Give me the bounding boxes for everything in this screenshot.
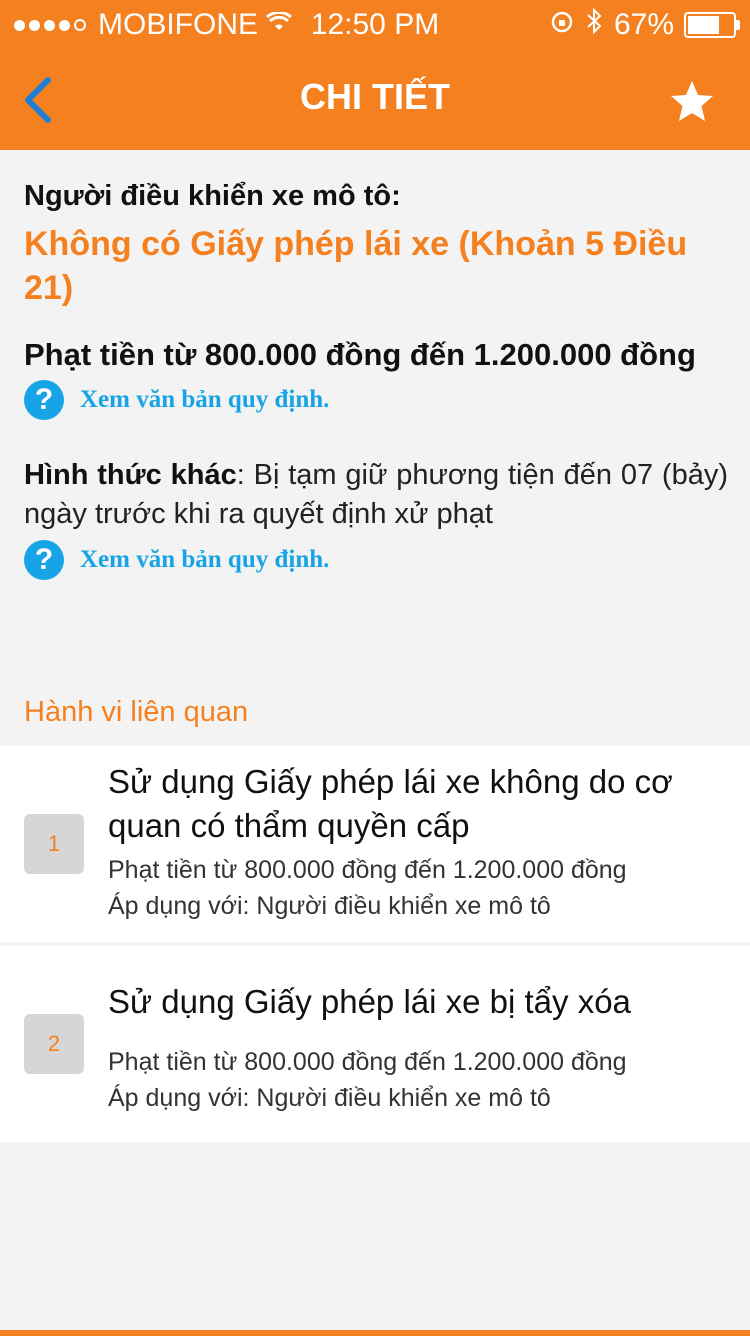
bluetooth-icon [586, 7, 602, 42]
related-item[interactable]: 1 Sử dụng Giấy phép lái xe không do cơ q… [0, 746, 750, 942]
related-item[interactable]: 2 Sử dụng Giấy phép lái xe bị tẩy xóa Ph… [0, 946, 750, 1142]
bottom-accent-bar [0, 1330, 750, 1336]
other-penalty-label: Hình thức khác [24, 459, 237, 491]
related-heading: Hành vi liên quan [24, 696, 249, 728]
item-applies: Áp dụng với: Người điều khiển xe mô tô [108, 892, 551, 920]
question-icon: ? [24, 380, 64, 420]
fine-amount: Phạt tiền từ 800.000 đồng đến 1.200.000 … [24, 337, 696, 372]
other-penalty: Hình thức khác: Bị tạm giữ phương tiện đ… [24, 456, 728, 534]
status-bar: MOBIFONE 12:50 PM 67% [0, 0, 750, 50]
item-fine: Phạt tiền từ 800.000 đồng đến 1.200.000 … [108, 856, 627, 884]
item-title: Sử dụng Giấy phép lái xe không do cơ qua… [108, 763, 673, 844]
star-icon [671, 81, 713, 121]
view-regulation-link-1[interactable]: ? Xem văn bản quy định. [24, 380, 728, 420]
view-regulation-text: Xem văn bản quy định. [80, 386, 330, 413]
view-regulation-text: Xem văn bản quy định. [80, 546, 330, 573]
item-applies: Áp dụng với: Người điều khiển xe mô tô [108, 1084, 551, 1112]
page-title: CHI TIẾT [300, 76, 450, 117]
rotation-lock-icon [550, 8, 574, 42]
detail-section: Người điều khiển xe mô tô: Không có Giấy… [24, 178, 728, 580]
item-number-badge: 2 [24, 1014, 84, 1074]
view-regulation-link-2[interactable]: ? Xem văn bản quy định. [24, 540, 728, 580]
item-number-badge: 1 [24, 814, 84, 874]
header: MOBIFONE 12:50 PM 67% CHI TIẾT [0, 0, 750, 150]
item-title: Sử dụng Giấy phép lái xe bị tẩy xóa [108, 983, 631, 1020]
battery-icon [684, 12, 740, 38]
battery-percent: 67% [613, 8, 674, 41]
item-fine: Phạt tiền từ 800.000 đồng đến 1.200.000 … [108, 1048, 627, 1076]
subject-label: Người điều khiển xe mô tô: [24, 180, 401, 212]
favorite-button[interactable] [668, 78, 716, 126]
violation-title: Không có Giấy phép lái xe (Khoản 5 Điều … [24, 225, 688, 307]
question-icon: ? [24, 540, 64, 580]
